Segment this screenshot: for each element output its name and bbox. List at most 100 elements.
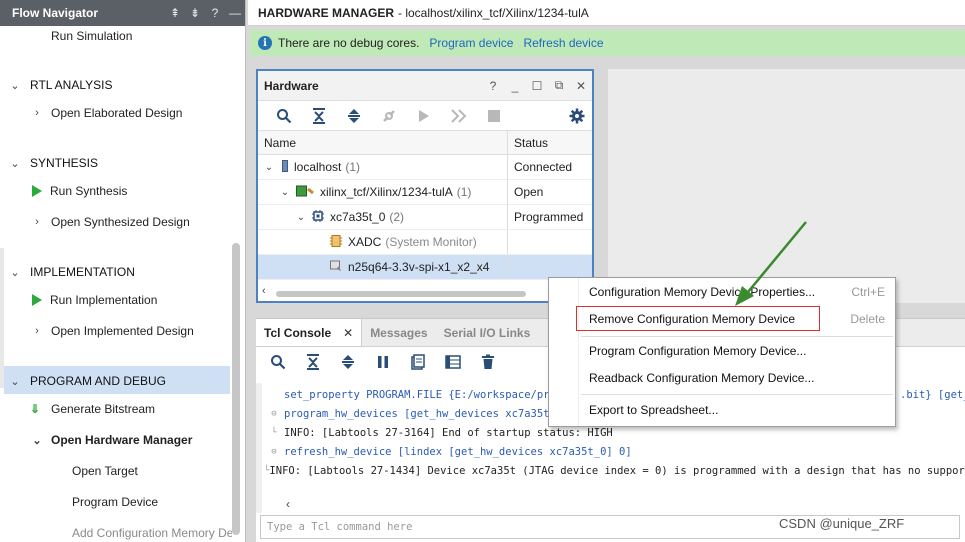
stop-icon[interactable] — [476, 105, 511, 127]
expand-all-icon[interactable]: ⇟ — [185, 6, 205, 20]
chevron-down-icon: ⌄ — [32, 434, 42, 447]
tab-label: Tcl Console — [264, 325, 332, 340]
nav-open-hardware-manager[interactable]: ⌄ Open Hardware Manager — [30, 429, 192, 451]
table-row[interactable]: XADC (System Monitor) — [258, 230, 592, 255]
connect-icon[interactable] — [371, 105, 406, 127]
row-status — [508, 230, 592, 254]
pause-icon[interactable] — [365, 351, 400, 373]
search-icon[interactable] — [260, 351, 295, 373]
collapse-marker-icon[interactable]: ⊖ — [264, 409, 284, 419]
nav-program-device[interactable]: Program Device — [72, 491, 158, 513]
nav-generate-bitstream[interactable]: ⇓ Generate Bitstream — [30, 398, 155, 420]
trash-icon[interactable] — [470, 351, 505, 373]
menu-separator — [581, 394, 893, 395]
tab-messages[interactable]: Messages — [362, 319, 435, 346]
collapse-all-icon[interactable]: ⇞ — [165, 6, 185, 20]
chevron-down-icon[interactable]: ⌄ — [278, 187, 292, 198]
workspace-area — [608, 69, 965, 303]
nav-add-config-memory[interactable]: Add Configuration Memory Device — [72, 522, 232, 542]
refresh-device-link[interactable]: Refresh device — [523, 36, 603, 50]
horizontal-scrollbar[interactable]: ‹ — [260, 285, 590, 299]
minimize-icon[interactable]: — — [225, 6, 245, 20]
float-icon[interactable]: ⧉ — [548, 78, 570, 93]
column-header-status[interactable]: Status — [508, 131, 592, 154]
program-device-link[interactable]: Program device — [429, 36, 513, 50]
gear-icon[interactable] — [562, 105, 592, 127]
chevron-down-icon: ⌄ — [10, 375, 20, 388]
chevron-left-icon[interactable]: ‹ — [262, 285, 266, 297]
row-name: XADC — [348, 235, 382, 249]
menu-item-label: Configuration Memory Device Properties..… — [589, 285, 816, 299]
fpga-chip-icon — [312, 209, 324, 225]
tab-serial-io-links[interactable]: Serial I/O Links — [436, 319, 539, 346]
collapse-marker-icon[interactable]: ⊖ — [264, 447, 284, 457]
nav-section-rtl-analysis[interactable]: ⌄ RTL ANALYSIS — [8, 74, 112, 96]
restore-icon[interactable]: ☐ — [526, 79, 548, 93]
expand-all-icon[interactable] — [336, 105, 371, 127]
hardware-manager-title: HARDWARE MANAGER — [258, 5, 394, 20]
flow-navigator: Flow Navigator ⇞ ⇟ ? — Run Simulation ⌄ R… — [0, 0, 246, 542]
nav-item-label: Open Implemented Design — [51, 324, 194, 338]
table-row[interactable]: ⌄ localhost (1) Connected — [258, 155, 592, 180]
chevron-down-icon: ⌄ — [10, 79, 20, 92]
tab-tcl-console[interactable]: Tcl Console ✕ — [256, 319, 363, 346]
table-view-icon[interactable] — [435, 351, 470, 373]
scrollbar-thumb[interactable] — [276, 291, 526, 297]
nav-scrollbar[interactable] — [232, 243, 240, 535]
xadc-icon — [330, 234, 342, 250]
menu-item-config-memory-properties[interactable]: Configuration Memory Device Properties..… — [549, 281, 895, 303]
chevron-down-icon[interactable]: ⌄ — [294, 212, 308, 223]
nav-section-synthesis[interactable]: ⌄ SYNTHESIS — [8, 152, 98, 174]
minimize-icon[interactable]: _ — [504, 79, 526, 93]
flow-navigator-title: Flow Navigator — [12, 6, 99, 20]
menu-item-program-config-memory[interactable]: Program Configuration Memory Device... — [549, 340, 895, 362]
chevron-right-icon: › — [35, 325, 39, 337]
menu-item-label: Program Configuration Memory Device... — [589, 344, 807, 358]
run-icon[interactable] — [406, 105, 441, 127]
chevron-right-icon: › — [35, 107, 39, 119]
tcl-command-placeholder: Type a Tcl command here — [267, 521, 413, 533]
chevron-left-icon[interactable]: ‹ — [286, 497, 290, 511]
nav-open-elaborated-design[interactable]: › Open Elaborated Design — [30, 102, 182, 124]
hardware-toolbar — [258, 101, 592, 131]
nav-item-label: Add Configuration Memory Device — [72, 526, 232, 540]
help-icon[interactable]: ? — [205, 6, 225, 20]
nav-section-implementation[interactable]: ⌄ IMPLEMENTATION — [8, 261, 135, 283]
close-icon[interactable]: ✕ — [343, 326, 353, 340]
nav-section-program-and-debug[interactable]: ⌄ PROGRAM AND DEBUG — [8, 370, 166, 392]
menu-item-export-spreadsheet[interactable]: Export to Spreadsheet... — [549, 399, 895, 421]
help-icon[interactable]: ? — [482, 79, 504, 93]
nav-item-label: Generate Bitstream — [51, 402, 156, 416]
collapse-all-icon[interactable] — [295, 351, 330, 373]
collapse-all-icon[interactable] — [301, 105, 336, 127]
menu-item-readback-config-memory[interactable]: Readback Configuration Memory Device... — [549, 367, 895, 389]
run-icon — [32, 294, 42, 306]
nav-section-label: RTL ANALYSIS — [30, 78, 113, 92]
column-header-name[interactable]: Name — [258, 131, 508, 154]
nav-open-target[interactable]: Open Target — [72, 460, 138, 482]
search-icon[interactable] — [266, 105, 301, 127]
close-icon[interactable]: ✕ — [570, 79, 592, 93]
console-line-text: refresh_hw_device [lindex [get_hw_device… — [284, 445, 632, 458]
nav-run-simulation[interactable]: Run Simulation — [51, 25, 132, 47]
expand-all-icon[interactable] — [330, 351, 365, 373]
memory-device-icon — [330, 260, 342, 275]
nav-open-synthesized-design[interactable]: › Open Synthesized Design — [30, 211, 190, 233]
nav-run-synthesis[interactable]: Run Synthesis — [32, 180, 127, 202]
step-icon[interactable] — [441, 105, 476, 127]
run-icon — [32, 185, 42, 197]
console-line: └ INFO: [Labtools 27-1434] Device xc7a35t… — [264, 461, 965, 480]
nav-open-implemented-design[interactable]: › Open Implemented Design — [30, 320, 194, 342]
table-row-selected[interactable]: n25q64-3.3v-spi-x1_x2_x4 — [258, 255, 592, 280]
watermark: CSDN @unique_ZRF — [779, 516, 905, 531]
nav-item-label: Run Simulation — [51, 29, 133, 43]
table-row[interactable]: ⌄ xilinx_tcf/Xilinx/1234-tulA (1) Open — [258, 180, 592, 205]
table-row[interactable]: ⌄ xc7a35t_0 (2) Programmed — [258, 205, 592, 230]
row-name: xc7a35t_0 — [330, 210, 386, 224]
console-line-text: set_property PROGRAM.FILE {E:/workspace/… — [284, 388, 563, 401]
nav-run-implementation[interactable]: Run Implementation — [32, 289, 157, 311]
row-status: Open — [514, 185, 544, 199]
copy-icon[interactable] — [400, 351, 435, 373]
console-line-text: INFO: [Labtools 27-3164] End of startup … — [284, 426, 613, 439]
chevron-down-icon[interactable]: ⌄ — [262, 162, 276, 173]
